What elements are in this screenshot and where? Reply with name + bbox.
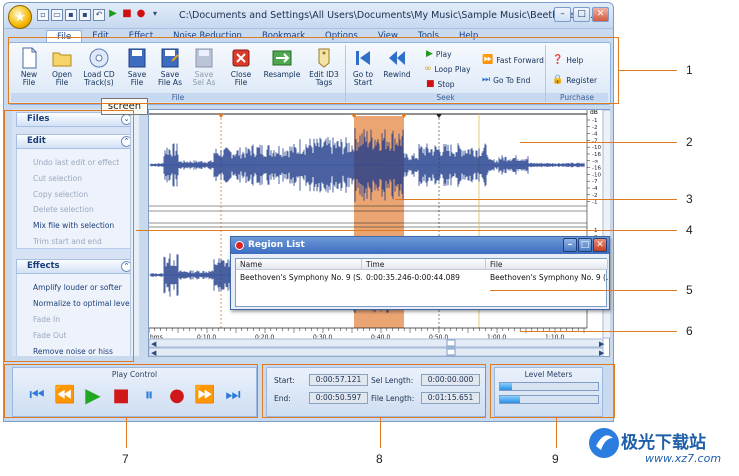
quick-access-toolbar: ▫ ▭ ▪ ▪ ↶ ▶ ■ ● ▾ (37, 9, 161, 21)
annotation-6: 6 (686, 324, 693, 338)
annotation-line-1 (619, 70, 677, 71)
waveform-canvas: dB-1-2-4-7-10-16-∞-16-10-7-4-2-1-1-2-4 h… (149, 110, 611, 357)
annotation-box-taskpane (4, 110, 134, 362)
waveform-view[interactable]: dB-1-2-4-7-10-16-∞-16-10-7-4-2-1-1-2-4 h… (148, 109, 611, 357)
column-header-time[interactable]: Time (362, 259, 486, 270)
region-row-file[interactable]: Beethoven's Symphony No. 9 (... (486, 273, 608, 282)
record-icon (235, 241, 244, 250)
db-tick: -2 (592, 193, 597, 199)
db-label: dB (590, 110, 598, 116)
zoom-thumb[interactable] (446, 348, 456, 356)
close-button[interactable]: ✕ (592, 7, 609, 22)
region-list-controls: – □ ✕ (563, 238, 607, 252)
annotation-9: 9 (552, 452, 559, 466)
region-row-name[interactable]: Beethoven's Symphony No. 9 (S... (236, 273, 362, 282)
annotation-box-info (262, 364, 486, 418)
scroll-left-icon[interactable]: ◀ (151, 340, 157, 348)
db-tick: -∞ (592, 159, 599, 165)
scroll-right-icon[interactable]: ▶ (599, 340, 605, 348)
watermark-text: 极光下载站 (621, 433, 706, 453)
column-header-name[interactable]: Name (236, 259, 362, 270)
zoom-scrollbar[interactable] (149, 347, 604, 357)
db-tick: -7 (592, 179, 598, 185)
annotation-1: 1 (686, 63, 693, 77)
db-tick: -1 (592, 118, 597, 124)
window-controls: – □ ✕ (554, 7, 609, 22)
app-menu-button[interactable]: ★ (8, 5, 32, 29)
horizontal-scrollbar[interactable] (149, 338, 604, 348)
title-bar: ★ ▫ ▭ ▪ ▪ ↶ ▶ ■ ● ▾ C:\Documents and Set… (4, 3, 613, 29)
annotation-8: 8 (376, 452, 383, 466)
annotation-line-4 (136, 230, 677, 231)
db-tick: -4 (592, 132, 598, 138)
region-minimize-button[interactable]: – (563, 238, 577, 252)
annotation-box-ribbon (8, 37, 619, 104)
zoom-left-icon[interactable]: ◀ (151, 349, 157, 357)
save-as-icon[interactable]: ▪ (79, 9, 91, 21)
db-tick: -1 (592, 228, 597, 234)
maximize-button[interactable]: □ (573, 7, 590, 22)
waveform-left-channel (149, 128, 585, 202)
annotation-7: 7 (122, 452, 129, 466)
new-icon[interactable]: ▫ (37, 9, 49, 21)
region-list-window[interactable]: Region List – □ ✕ Name Time File Beethov… (230, 236, 610, 310)
minimize-button[interactable]: – (554, 7, 571, 22)
zoom-right-icon[interactable]: ▶ (599, 349, 605, 357)
open-icon[interactable]: ▭ (51, 9, 63, 21)
annotation-vline-8 (380, 418, 381, 448)
db-tick: -16 (592, 152, 601, 158)
annotation-line-2 (520, 142, 677, 143)
save-icon[interactable]: ▪ (65, 9, 77, 21)
dropdown-icon[interactable]: ▾ (149, 9, 161, 21)
scroll-thumb[interactable] (446, 339, 456, 347)
region-list-title: Region List (248, 240, 305, 250)
annotation-5: 5 (686, 283, 693, 297)
watermark-logo-icon (589, 428, 619, 458)
annotation-2: 2 (686, 135, 693, 149)
annotation-box-meters (490, 364, 615, 418)
watermark-url: www.xz7.com (645, 452, 722, 465)
region-maximize-button[interactable]: □ (578, 238, 592, 252)
region-list-titlebar[interactable]: Region List – □ ✕ (231, 237, 609, 254)
play-icon[interactable]: ▶ (107, 9, 119, 21)
db-tick: -4 (592, 186, 598, 192)
annotation-vline-7 (126, 418, 127, 448)
db-tick: -2 (592, 125, 597, 131)
annotation-line-3 (395, 199, 677, 200)
db-tick: -10 (592, 145, 601, 151)
db-tick: -16 (592, 166, 601, 172)
annotation-box-play (4, 364, 258, 418)
record-icon[interactable]: ● (135, 9, 147, 21)
annotation-line-6 (520, 331, 677, 332)
annotation-4: 4 (686, 223, 693, 237)
region-close-button[interactable]: ✕ (593, 238, 607, 252)
stop-icon[interactable]: ■ (121, 9, 133, 21)
annotation-3: 3 (686, 192, 693, 206)
region-list-table: Name Time File Beethoven's Symphony No. … (235, 258, 608, 307)
watermark: 极光下载站 www.xz7.com (585, 424, 735, 472)
annotation-vline-9 (556, 418, 557, 448)
undo-icon[interactable]: ↶ (93, 9, 105, 21)
annotation-line-5 (490, 290, 677, 291)
db-tick: -10 (592, 172, 601, 178)
window-title: C:\Documents and Settings\All Users\Docu… (179, 10, 594, 21)
db-tick: -1 (592, 200, 597, 206)
db-scale: dB-1-2-4-7-10-16-∞-16-10-7-4-2-1-1-2-4 (587, 110, 601, 248)
region-row-time[interactable]: 0:00:35.246-0:00:44.089 (362, 273, 486, 282)
column-header-file[interactable]: File (486, 259, 608, 270)
